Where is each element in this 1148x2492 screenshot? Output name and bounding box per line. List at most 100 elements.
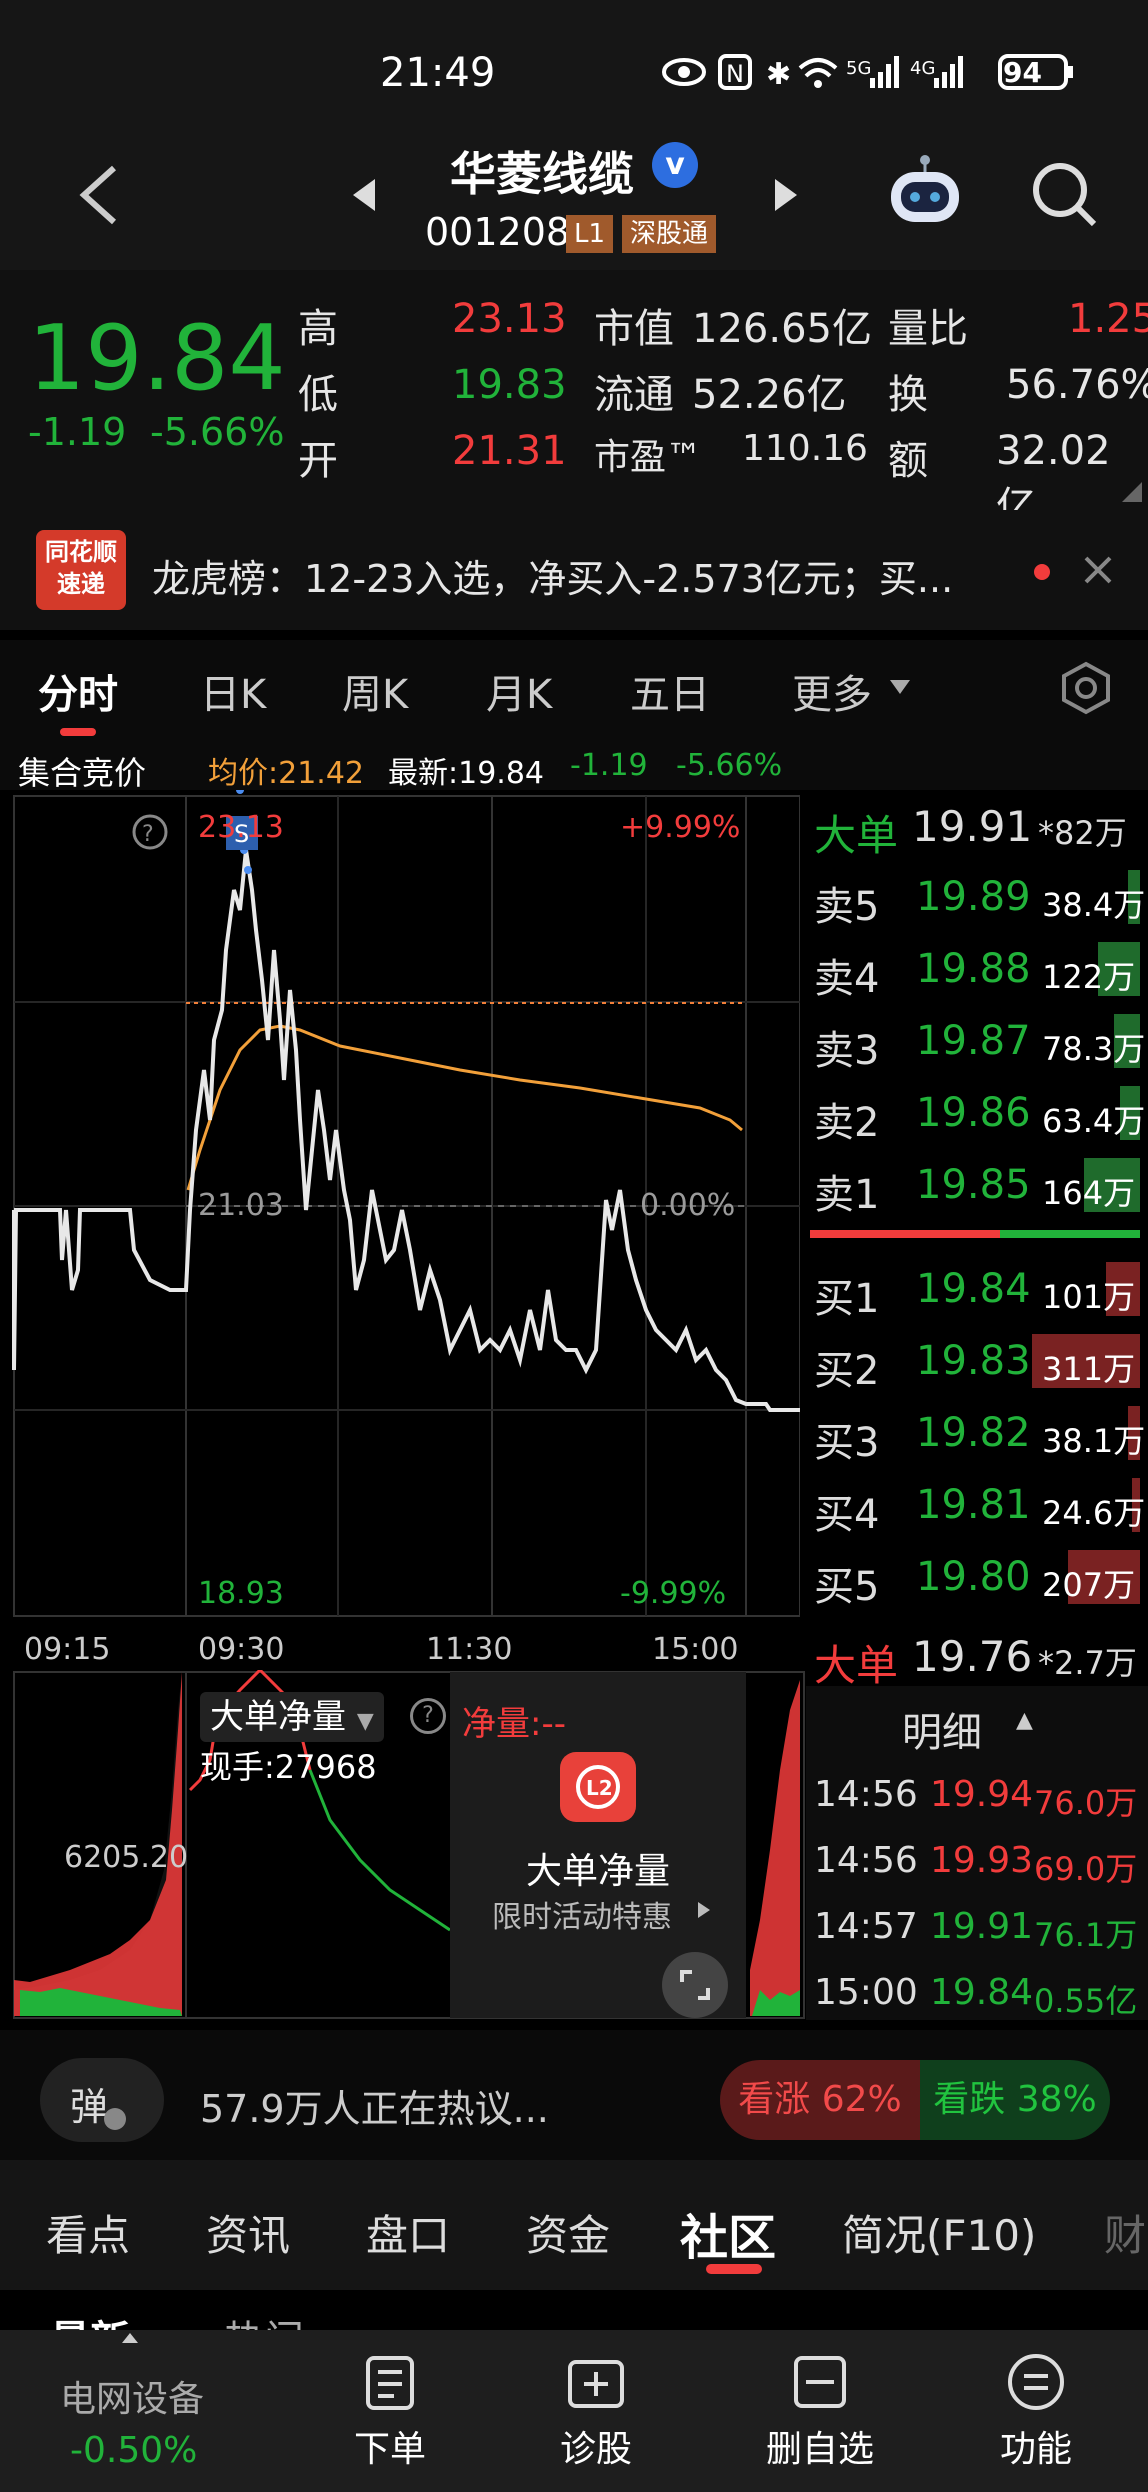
- tab-kandian[interactable]: 看点: [46, 2202, 130, 2263]
- danmaku-toggle[interactable]: 弹: [40, 2058, 164, 2142]
- bid-row-3[interactable]: 买3 19.82 38.1万: [806, 1398, 1148, 1468]
- remove-watchlist-label: 删自选: [765, 2429, 874, 2470]
- mktcap-value: 126.65亿: [692, 306, 872, 352]
- price-line: [12, 849, 800, 1412]
- ask-row-1[interactable]: 卖1 19.85 164万: [806, 1150, 1148, 1220]
- sector-name[interactable]: 电网设备: [60, 2370, 204, 2422]
- level1-badge: L1: [566, 215, 614, 253]
- tab-news[interactable]: 资讯: [206, 2202, 290, 2263]
- ask-row-5[interactable]: 卖5 19.89 38.4万: [806, 862, 1148, 932]
- promo-subtitle: 限时活动特惠: [492, 1900, 672, 1935]
- tab-fenshi[interactable]: 分时: [38, 662, 118, 720]
- bid-price: 19.80: [916, 1554, 1031, 1600]
- tab-pankou[interactable]: 盘口: [366, 2202, 450, 2263]
- bid-row-5[interactable]: 买5 19.80 207万: [806, 1542, 1148, 1612]
- time-axis: 09:15 09:30 11:30 15:00: [0, 1620, 800, 1670]
- tab-active-indicator: [60, 728, 96, 736]
- chart-info-line: 集合竞价 均价:21.42 最新:19.84 -1.19 -5.66%: [0, 740, 1148, 792]
- ths-logo-line1: 同花顺: [45, 538, 117, 566]
- detail-time: 14:56: [814, 1840, 918, 1881]
- tab-community[interactable]: 社区: [680, 2198, 776, 2268]
- tab-funds[interactable]: 资金: [526, 2202, 610, 2263]
- volume-scale-value: 6205.20: [64, 1840, 189, 1875]
- svg-text:✱: ✱: [766, 57, 791, 92]
- bid-row-1[interactable]: 买1 19.84 101万: [806, 1254, 1148, 1324]
- ask-price: 19.88: [916, 946, 1031, 992]
- ask-vol: 78.3万: [1042, 1030, 1146, 1068]
- bid-label: 买1: [814, 1276, 880, 1322]
- indicator-help-icon[interactable]: ?: [410, 1698, 446, 1734]
- unread-dot-icon: [1034, 564, 1050, 580]
- ask-label: 卖2: [814, 1100, 880, 1146]
- remove-watchlist-button[interactable]: 删自选: [750, 2352, 890, 2482]
- low-value: 19.83: [452, 362, 567, 408]
- bid-row-4[interactable]: 买4 19.81 24.6万: [806, 1470, 1148, 1540]
- low-label: 低: [298, 372, 338, 418]
- function-button[interactable]: 功能: [976, 2352, 1096, 2482]
- ask-price: 19.87: [916, 1018, 1031, 1064]
- remove-watchlist-icon: [794, 2356, 846, 2408]
- buy-ratio-bar: [810, 1230, 1000, 1238]
- ask-vol: 122万: [1042, 958, 1136, 996]
- prev-stock-icon[interactable]: [345, 175, 385, 215]
- tab-five-day[interactable]: 五日: [630, 662, 710, 720]
- ask-price: 19.85: [916, 1162, 1031, 1208]
- ask-row-2[interactable]: 卖2 19.86 63.4万: [806, 1078, 1148, 1148]
- ask-row-4[interactable]: 卖4 19.88 122万: [806, 934, 1148, 1004]
- fullscreen-icon[interactable]: [662, 1952, 728, 2018]
- stock-header: 华菱线缆 v 001208 L1 深股通: [0, 100, 1148, 270]
- detail-price: 19.94: [930, 1774, 1034, 1815]
- big-order-bottom-label: 大单: [814, 1641, 899, 1690]
- detail-time: 14:57: [814, 1906, 918, 1947]
- latest-price: 最新:19.84: [388, 756, 544, 791]
- diagnose-button[interactable]: 诊股: [536, 2352, 656, 2482]
- sector-change: -0.50%: [70, 2430, 198, 2471]
- tab-finance[interactable]: 财: [1104, 2202, 1148, 2263]
- settings-hexagon-icon[interactable]: [1058, 660, 1114, 716]
- diagnose-icon: [568, 2360, 624, 2408]
- tab-monthly-k[interactable]: 月K: [486, 662, 552, 720]
- avg-price: 均价:21.42: [208, 756, 364, 791]
- tab-daily-k[interactable]: 日K: [200, 662, 266, 720]
- ask-price: 19.86: [916, 1090, 1031, 1136]
- svg-text:L2: L2: [586, 1776, 613, 1800]
- turnover-value: 56.76%: [1006, 362, 1148, 408]
- detail-time: 14:56: [814, 1774, 918, 1815]
- close-icon[interactable]: [1080, 552, 1116, 588]
- quote-summary: 19.84 -1.19 -5.66% 高 23.13 低 19.83 开 21.…: [0, 270, 1148, 530]
- intraday-chart[interactable]: S ? 23.13 +9.99% 21.03 0.00% 18.93 -9.99…: [0, 786, 801, 1620]
- float-value: 52.26亿: [692, 372, 847, 418]
- robot-assistant-icon[interactable]: [885, 150, 965, 230]
- time-tick-0930: 09:30: [198, 1632, 285, 1667]
- big-order-top-vol: *82万: [1038, 814, 1127, 852]
- expand-corner-icon[interactable]: [1120, 480, 1144, 504]
- bid-label: 买5: [814, 1564, 880, 1610]
- battery-level: 94: [1003, 56, 1042, 89]
- volratio-label: 量比: [888, 306, 968, 352]
- tab-f10[interactable]: 简况(F10): [842, 2202, 1036, 2263]
- indicator-dropdown[interactable]: 大单净量 ▼: [200, 1692, 384, 1742]
- tab-weekly-k[interactable]: 周K: [342, 662, 408, 720]
- back-icon[interactable]: [70, 160, 130, 230]
- open-label: 开: [298, 438, 338, 484]
- tab-more[interactable]: 更多: [792, 662, 872, 720]
- bearish-vote-button[interactable]: 看跌 38%: [920, 2060, 1110, 2140]
- bid-price: 19.84: [916, 1266, 1031, 1312]
- bullish-vote-button[interactable]: 看涨 62%: [720, 2060, 920, 2140]
- search-icon[interactable]: [1030, 160, 1100, 230]
- bid-price: 19.82: [916, 1410, 1031, 1456]
- order-book[interactable]: 大单 19.91 *82万 卖5 19.89 38.4万 卖4 19.88 12…: [806, 790, 1148, 2020]
- trade-detail-panel[interactable]: 明细 ▲ 14:56 19.94 76.0万 14:56 19.93 69.0万…: [806, 1686, 1148, 2020]
- ask-row-3[interactable]: 卖3 19.87 78.3万: [806, 1006, 1148, 1076]
- next-stock-icon[interactable]: [765, 175, 805, 215]
- promo-title: 大单净量: [526, 1851, 671, 1892]
- discussion-count[interactable]: 57.9万人正在热议...: [200, 2078, 549, 2133]
- order-button[interactable]: 下单: [330, 2352, 450, 2482]
- bid-vol: 311万: [1042, 1350, 1136, 1388]
- auction-label: 集合竞价: [18, 754, 147, 792]
- bid-row-2[interactable]: 买2 19.83 311万: [806, 1326, 1148, 1396]
- lhb-banner[interactable]: 同花顺 速递 龙虎榜：12-23入选，净买入-2.573亿元；买...: [0, 510, 1148, 630]
- price-change-pct: -5.66%: [150, 410, 285, 454]
- current-hand: 现手:27968: [200, 1748, 377, 1786]
- mktcap-label: 市值: [594, 306, 674, 352]
